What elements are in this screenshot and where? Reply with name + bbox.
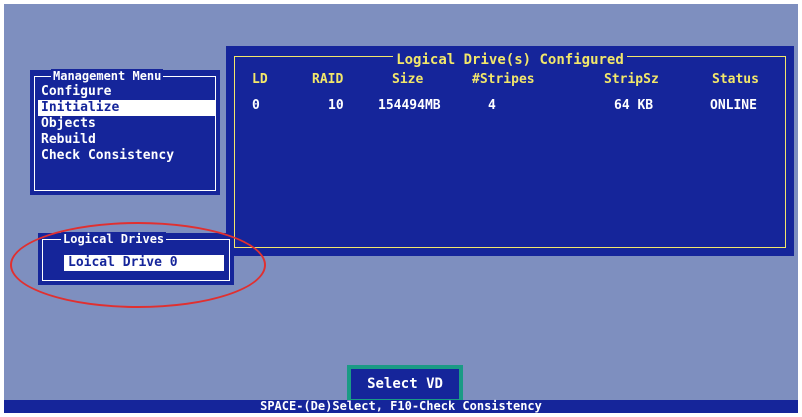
select-vd-label: Select VD bbox=[351, 369, 459, 399]
management-menu-title: Management Menu bbox=[51, 69, 164, 83]
row-0-ld: 0 bbox=[252, 98, 260, 113]
column-header-ld: LD bbox=[252, 72, 268, 87]
menu-item-check-consistency[interactable]: Check Consistency bbox=[38, 148, 216, 164]
column-header-raid: RAID bbox=[312, 72, 344, 87]
menu-item-configure[interactable]: Configure bbox=[38, 84, 216, 100]
column-header-stripes: #Stripes bbox=[472, 72, 535, 87]
column-header-size: Size bbox=[392, 72, 424, 87]
status-bar: SPACE-(De)Select, F10-Check Consistency bbox=[4, 400, 798, 413]
row-0-size: 154494MB bbox=[378, 98, 441, 113]
menu-item-objects[interactable]: Objects bbox=[38, 116, 216, 132]
bios-screen: Management Menu Configure Initialize Obj… bbox=[0, 0, 802, 417]
configured-drives-panel: Logical Drive(s) Configured LD RAID Size… bbox=[226, 46, 794, 256]
configured-drives-title-wrap: Logical Drive(s) Configured bbox=[226, 49, 794, 68]
row-0-raid: 10 bbox=[328, 98, 344, 113]
row-0-stripsz: 64 KB bbox=[614, 98, 654, 113]
configured-drives-title: Logical Drive(s) Configured bbox=[393, 52, 627, 68]
row-0-stripes: 4 bbox=[488, 98, 496, 113]
menu-item-initialize[interactable]: Initialize bbox=[38, 100, 216, 116]
highlight-oval bbox=[10, 222, 266, 308]
management-menu: Management Menu Configure Initialize Obj… bbox=[30, 69, 220, 195]
menu-item-rebuild[interactable]: Rebuild bbox=[38, 132, 216, 148]
row-0-status: ONLINE bbox=[710, 98, 757, 113]
select-vd-button[interactable]: Select VD bbox=[347, 365, 463, 403]
management-menu-list: Configure Initialize Objects Rebuild Che… bbox=[38, 84, 216, 164]
column-header-stripsz: StripSz bbox=[604, 72, 659, 87]
column-header-status: Status bbox=[712, 72, 759, 87]
